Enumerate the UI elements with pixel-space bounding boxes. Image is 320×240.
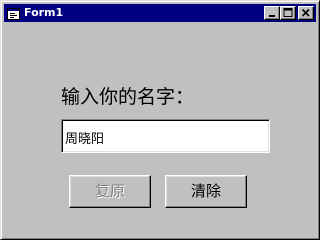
- close-icon: [301, 8, 310, 17]
- window-title: Form1: [24, 6, 64, 19]
- form-icon[interactable]: [7, 6, 21, 20]
- name-input[interactable]: [61, 119, 270, 153]
- maximize-button[interactable]: [280, 6, 296, 20]
- clear-button[interactable]: 清除: [165, 175, 247, 208]
- name-prompt-label: 输入你的名字：: [61, 86, 195, 108]
- close-button[interactable]: [298, 6, 314, 20]
- maximize-icon: [283, 8, 293, 17]
- minimize-icon: [269, 15, 275, 17]
- form1-window: Form1 输入你的名字： 复原 清除: [0, 0, 320, 240]
- restore-button[interactable]: 复原: [69, 175, 151, 208]
- title-bar[interactable]: Form1: [4, 4, 316, 22]
- minimize-button[interactable]: [264, 6, 280, 20]
